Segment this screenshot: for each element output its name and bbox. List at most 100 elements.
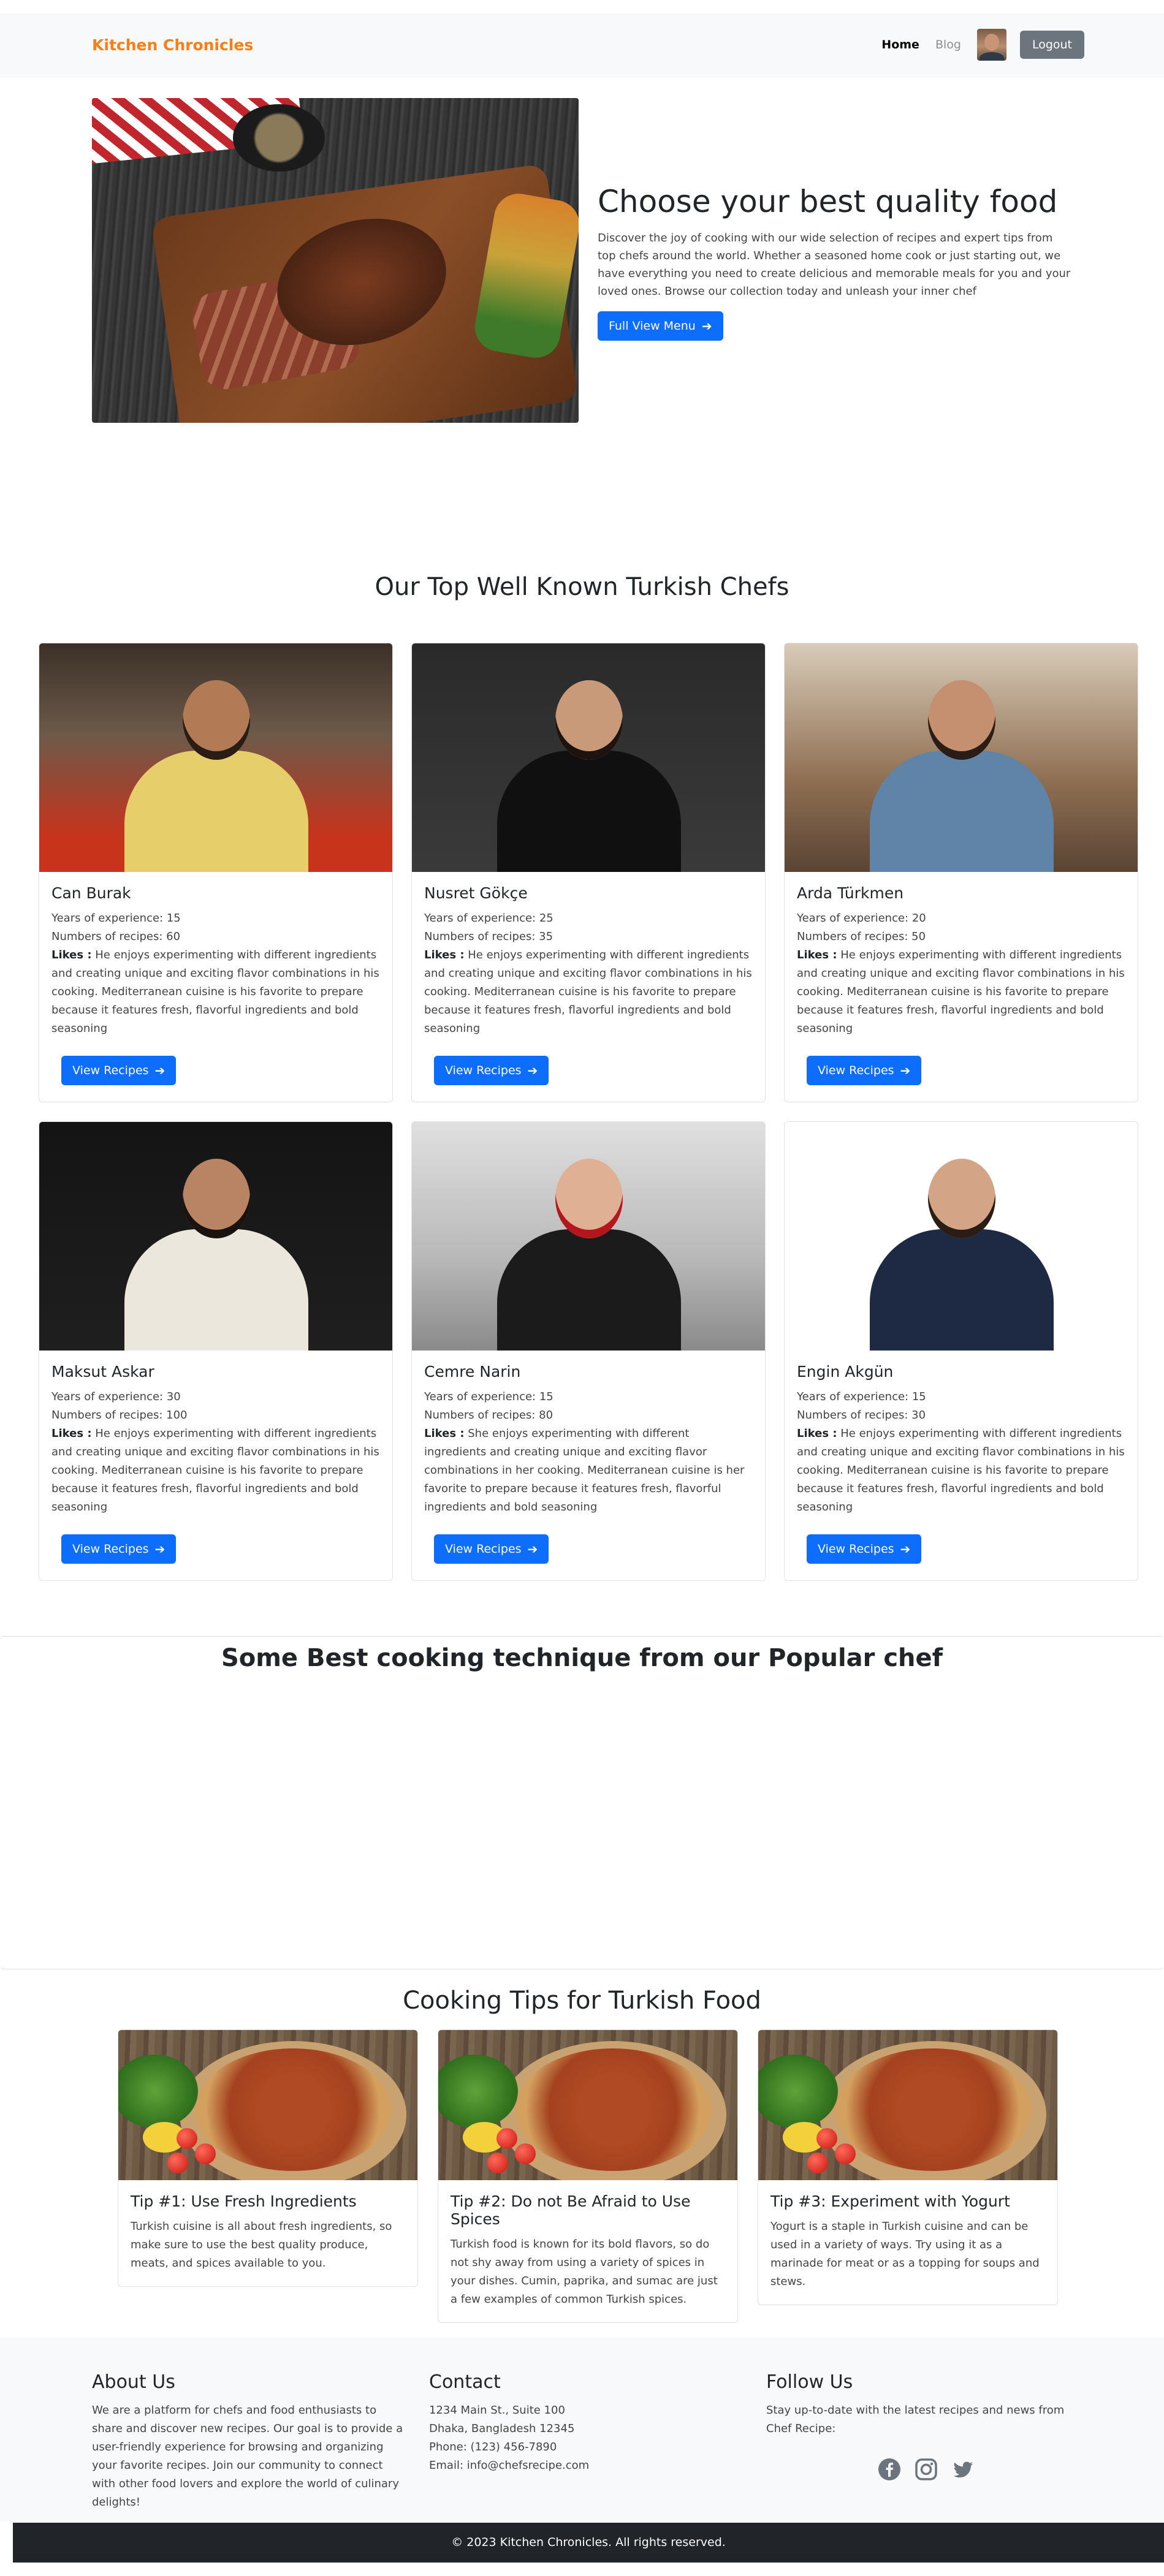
footer-about-text: We are a platform for chefs and food ent… xyxy=(92,2404,403,2509)
copyright-bar: © 2023 Kitchen Chronicles. All rights re… xyxy=(13,2523,1164,2563)
tip-photo xyxy=(758,2030,1057,2180)
view-recipes-button[interactable]: View Recipes ➔ xyxy=(61,1534,177,1564)
twitter-icon[interactable] xyxy=(951,2458,975,2481)
tip-photo xyxy=(118,2030,417,2180)
tip-card: Tip #1: Use Fresh Ingredients Turkish cu… xyxy=(118,2029,418,2287)
chef-experience: Years of experience: 25 xyxy=(424,912,553,925)
tip-text: Yogurt is a staple in Turkish cuisine an… xyxy=(770,2220,1040,2288)
chef-photo xyxy=(785,1122,1138,1351)
view-recipes-button[interactable]: View Recipes ➔ xyxy=(807,1056,922,1085)
likes-label: Likes : xyxy=(51,1427,92,1440)
chef-card: Nusret Gökçe Years of experience: 25 Num… xyxy=(411,643,766,1102)
instagram-icon[interactable] xyxy=(915,2458,938,2481)
likes-label: Likes : xyxy=(51,949,92,961)
chef-likes: Likes : He enjoys experimenting with dif… xyxy=(51,946,380,1038)
tip-photo xyxy=(438,2030,737,2180)
view-recipes-button[interactable]: View Recipes ➔ xyxy=(434,1056,549,1085)
hero-title: Choose your best quality food xyxy=(598,184,1058,219)
user-avatar[interactable] xyxy=(976,29,1006,61)
chef-name: Maksut Askar xyxy=(51,1363,154,1381)
chef-card: Cemre Narin Years of experience: 15 Numb… xyxy=(411,1121,766,1581)
arrow-right-icon: ➔ xyxy=(527,1542,538,1556)
tip-card: Tip #2: Do not Be Afraid to Use Spices T… xyxy=(438,2029,738,2323)
view-recipes-label: View Recipes xyxy=(818,1542,894,1556)
chef-experience: Years of experience: 15 xyxy=(797,1390,926,1403)
footer-about-title: About Us xyxy=(92,2371,175,2393)
footer-follow-text: Stay up-to-date with the latest recipes … xyxy=(766,2404,1065,2435)
contact-phone: Phone: (123) 456-7890 xyxy=(429,2441,557,2453)
contact-email[interactable]: Email: info@chefsrecipe.com xyxy=(429,2457,742,2475)
hero-description: Discover the joy of cooking with our wid… xyxy=(598,232,1071,298)
arrow-right-icon: ➔ xyxy=(154,1063,165,1078)
full-view-menu-button[interactable]: Full View Menu ➔ xyxy=(598,311,723,341)
chef-likes-text: He enjoys experimenting with different i… xyxy=(51,1427,379,1513)
technique-section: Some Best cooking technique from our Pop… xyxy=(0,1636,1164,1969)
chef-name: Arda Türkmen xyxy=(797,884,904,902)
view-recipes-label: View Recipes xyxy=(445,1064,522,1077)
chef-recipe-count: Numbers of recipes: 80 xyxy=(424,1409,553,1422)
view-recipes-label: View Recipes xyxy=(72,1064,149,1077)
chef-recipe-count: Numbers of recipes: 30 xyxy=(797,1409,926,1422)
navbar: Kitchen Chronicles Home Blog Logout xyxy=(0,13,1164,78)
chef-recipe-count: Numbers of recipes: 100 xyxy=(51,1409,188,1422)
contact-address-line1: 1234 Main St., Suite 100 xyxy=(429,2404,565,2417)
tips-section-title: Cooking Tips for Turkish Food xyxy=(403,1987,761,2015)
contact-address-line2: Dhaka, Bangladesh 12345 xyxy=(429,2422,575,2435)
nav-links: Home Blog Logout xyxy=(881,29,1084,61)
hero-content: Choose your best quality food Discover t… xyxy=(598,184,1073,341)
tip-text: Turkish food is known for its bold flavo… xyxy=(451,2238,718,2306)
view-recipes-button[interactable]: View Recipes ➔ xyxy=(61,1056,177,1085)
likes-label: Likes : xyxy=(424,949,465,961)
chef-photo xyxy=(785,643,1138,872)
chef-likes: Likes : He enjoys experimenting with dif… xyxy=(797,946,1125,1038)
tip-title: Tip #1: Use Fresh Ingredients xyxy=(131,2192,357,2210)
chef-likes: Likes : He enjoys experimenting with dif… xyxy=(424,946,753,1038)
chef-likes: Likes : She enjoys experimenting with di… xyxy=(424,1425,753,1517)
chef-experience: Years of experience: 15 xyxy=(51,912,181,925)
view-recipes-label: View Recipes xyxy=(445,1542,522,1556)
chef-photo xyxy=(39,1122,392,1351)
footer-follow-title: Follow Us xyxy=(766,2371,853,2393)
arrow-right-icon: ➔ xyxy=(154,1542,165,1556)
hero-image xyxy=(92,98,579,423)
footer: About Us We are a platform for chefs and… xyxy=(0,2338,1164,2521)
arrow-right-icon: ➔ xyxy=(900,1542,911,1556)
chef-experience: Years of experience: 20 xyxy=(797,912,926,925)
chef-name: Can Burak xyxy=(51,884,131,902)
chef-card: Can Burak Years of experience: 15 Number… xyxy=(39,643,393,1102)
social-links xyxy=(878,2458,988,2481)
footer-contact-title: Contact xyxy=(429,2371,501,2393)
chef-card: Arda Türkmen Years of experience: 20 Num… xyxy=(784,643,1138,1102)
arrow-right-icon: ➔ xyxy=(527,1063,538,1078)
facebook-icon[interactable] xyxy=(878,2458,901,2481)
arrow-right-icon: ➔ xyxy=(900,1063,911,1078)
likes-label: Likes : xyxy=(797,1427,837,1440)
tip-title: Tip #3: Experiment with Yogurt xyxy=(770,2192,1010,2210)
chef-experience: Years of experience: 15 xyxy=(424,1390,553,1403)
view-recipes-button[interactable]: View Recipes ➔ xyxy=(807,1534,922,1564)
tip-text: Turkish cuisine is all about fresh ingre… xyxy=(131,2220,392,2270)
view-recipes-button[interactable]: View Recipes ➔ xyxy=(434,1534,549,1564)
chef-card: Engin Akgün Years of experience: 15 Numb… xyxy=(784,1121,1138,1581)
tip-title: Tip #2: Do not Be Afraid to Use Spices xyxy=(451,2192,691,2228)
chef-likes-text: He enjoys experimenting with different i… xyxy=(797,1427,1125,1513)
chef-likes-text: She enjoys experimenting with different … xyxy=(424,1427,745,1513)
chef-recipe-count: Numbers of recipes: 50 xyxy=(797,930,926,943)
chef-likes-text: He enjoys experimenting with different i… xyxy=(51,949,379,1035)
arrow-right-icon: ➔ xyxy=(701,319,712,333)
likes-label: Likes : xyxy=(797,949,837,961)
nav-link-blog[interactable]: Blog xyxy=(935,38,961,51)
chef-photo xyxy=(412,643,765,872)
full-view-menu-label: Full View Menu xyxy=(609,319,696,333)
brand-logo[interactable]: Kitchen Chronicles xyxy=(92,36,253,54)
view-recipes-label: View Recipes xyxy=(818,1064,894,1077)
nav-link-home[interactable]: Home xyxy=(881,38,919,51)
chef-name: Cemre Narin xyxy=(424,1363,521,1381)
footer-follow: Follow Us Stay up-to-date with the lates… xyxy=(766,2371,1079,2438)
chef-recipe-count: Numbers of recipes: 35 xyxy=(424,930,553,943)
chef-likes: Likes : He enjoys experimenting with dif… xyxy=(51,1425,380,1517)
footer-about: About Us We are a platform for chefs and… xyxy=(92,2371,405,2512)
logout-button[interactable]: Logout xyxy=(1019,31,1084,59)
likes-label: Likes : xyxy=(424,1427,465,1440)
chef-card: Maksut Askar Years of experience: 30 Num… xyxy=(39,1121,393,1581)
